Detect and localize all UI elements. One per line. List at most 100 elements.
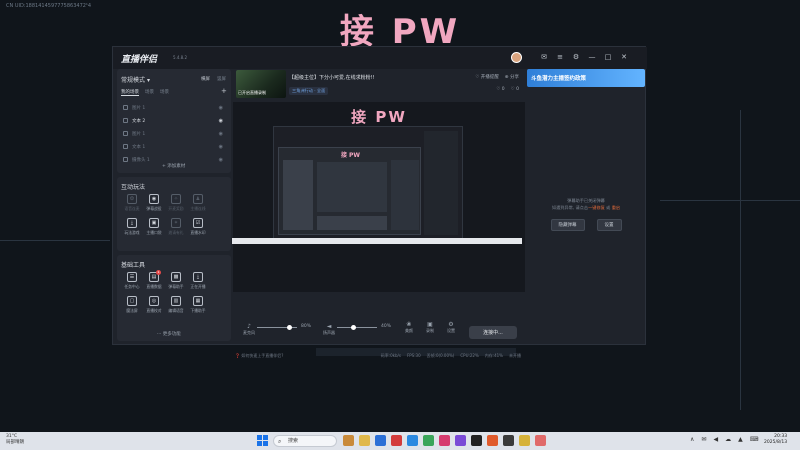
add-source-button[interactable]: + 添加素材 xyxy=(162,163,185,169)
settings-icon[interactable]: ⚙ xyxy=(572,53,580,61)
list-item[interactable]: 文本 2 ◉ xyxy=(123,114,223,127)
slider-knob[interactable] xyxy=(350,325,356,330)
tool-item[interactable]: ☰ 任务中心 xyxy=(121,272,143,290)
dropped-frames: 丢帧:0(0.00%) xyxy=(426,353,455,358)
stream-settings-button[interactable]: ⚙ 设置 xyxy=(447,321,455,334)
tab-scene-3[interactable]: 场景 xyxy=(160,89,169,96)
taskbar-app-icon[interactable] xyxy=(503,435,514,446)
tool-item[interactable]: ▩ 弹幕助手 xyxy=(165,272,187,290)
tool-item[interactable]: ☑ 直播水印 xyxy=(187,218,209,236)
taskbar-app-icon[interactable] xyxy=(471,435,482,446)
help-link[interactable]: ❓ 如何快速上手直播伴侣? xyxy=(235,353,283,359)
beauty-button[interactable]: ❀ 美颜 xyxy=(405,321,413,334)
taskbar-app-icon[interactable] xyxy=(375,435,386,446)
scene-panel: 常规模式 ▾ 横屏 竖屏 我的场景 场景 场景 + 图片 1 ◉ 文本 2 ◉ 图片… xyxy=(117,69,231,173)
share-button[interactable]: ⊕ 分享 xyxy=(505,74,519,80)
tool-item[interactable]: ❂ 语音连麦 xyxy=(121,194,143,212)
checkbox[interactable] xyxy=(123,157,128,162)
record-button[interactable]: ▣ 录制 xyxy=(426,321,434,334)
taskbar-app-icon[interactable] xyxy=(487,435,498,446)
taskbar-app-icon[interactable] xyxy=(535,435,546,446)
eye-icon[interactable]: ◉ xyxy=(219,131,223,137)
tray-expand-icon[interactable]: ∧ xyxy=(690,436,694,443)
taskbar-app-icon[interactable] xyxy=(439,435,450,446)
taskbar-app-icon[interactable] xyxy=(455,435,466,446)
list-item[interactable]: 图片 1 ◉ xyxy=(123,101,223,114)
weather-desc: 局部晴朗 xyxy=(6,440,24,445)
danmaku-settings-button[interactable]: 设置 xyxy=(596,219,622,231)
eye-icon[interactable]: ◉ xyxy=(219,118,223,124)
tool-item[interactable]: ▦ 下播助手 xyxy=(187,296,209,314)
windows-start-icon[interactable] xyxy=(257,435,268,446)
speaker-volume-value: 40% xyxy=(381,324,392,329)
tab-my-scene[interactable]: 我的场景 xyxy=(121,89,139,96)
hide-danmaku-button[interactable]: 隐藏弹幕 xyxy=(550,219,585,231)
preview-canvas[interactable]: 接 PW 接 PW xyxy=(232,102,525,292)
checkbox[interactable] xyxy=(123,144,128,149)
category-badge[interactable]: 三角洲行动 · 全面 xyxy=(289,87,329,95)
checkbox[interactable] xyxy=(123,105,128,110)
tool-item[interactable]: ✶ 邀请有礼 xyxy=(165,218,187,236)
mic-volume-slider[interactable] xyxy=(257,325,297,330)
menu-icon[interactable]: ≡ xyxy=(556,53,564,61)
tray-cloud-icon[interactable]: ☁ xyxy=(725,436,731,443)
tool-icon: ▢ xyxy=(127,296,137,306)
tool-item[interactable]: ⤓ 正在开播 xyxy=(187,272,209,290)
maximize-icon[interactable]: □ xyxy=(604,53,612,61)
tool-item[interactable]: 1 ▤ 直播数据 xyxy=(143,270,165,290)
mode-select[interactable]: 常规模式 ▾ xyxy=(121,75,150,84)
speaker-volume-slider[interactable] xyxy=(337,325,377,330)
restart-link[interactable]: 重启 xyxy=(612,205,620,210)
stream-title[interactable]: 【超级主位】下分小可爱,在线求粉粉!! xyxy=(289,74,375,81)
more-features-button[interactable]: ··· 更多功能 xyxy=(157,331,181,337)
mic-control[interactable]: ♪ 麦克风 xyxy=(243,323,255,336)
promo-banner[interactable]: 斗鱼潜力主播签约政策 xyxy=(527,69,645,87)
add-scene-button[interactable]: + xyxy=(221,87,227,95)
tool-item[interactable]: ▣ 主播口袋 xyxy=(143,218,165,236)
checkbox[interactable] xyxy=(123,131,128,136)
tool-item[interactable]: ▢ 魔法屏 xyxy=(121,296,143,314)
weather-widget[interactable]: 31°C 局部晴朗 xyxy=(6,434,24,446)
taskbar-search[interactable]: ⌕ 搜索 xyxy=(273,435,337,447)
tray-network-icon[interactable]: ▲ xyxy=(738,436,743,443)
start-live-button[interactable]: 连接中... xyxy=(469,326,517,339)
taskbar-app-icon[interactable] xyxy=(391,435,402,446)
taskbar-app-icon[interactable] xyxy=(423,435,434,446)
tool-item[interactable]: ◉ 弹幕战役 xyxy=(143,194,165,212)
tab-scene-2[interactable]: 场景 xyxy=(145,89,154,96)
follow-button[interactable]: ♡ 开播提醒 xyxy=(475,74,498,80)
tool-icon: ▩ xyxy=(171,272,181,282)
eye-icon[interactable]: ◉ xyxy=(219,105,223,111)
tool-item[interactable]: ♟ 主播连线 xyxy=(187,194,209,212)
tray-mail-icon[interactable]: ✉ xyxy=(701,436,706,443)
taskbar-clock[interactable]: 20:33 2025/8/13 xyxy=(764,434,787,446)
taskbar-app-icon[interactable] xyxy=(343,435,354,446)
message-icon[interactable]: ✉ xyxy=(540,53,548,61)
list-item[interactable]: 文本 1 ◉ xyxy=(123,140,223,153)
taskbar-app-icon[interactable] xyxy=(407,435,418,446)
repair-link[interactable]: 一键修复 xyxy=(588,205,605,210)
eye-icon[interactable]: ◉ xyxy=(219,144,223,150)
avatar[interactable] xyxy=(511,52,522,63)
landscape-button[interactable]: 横屏 xyxy=(201,76,210,82)
close-icon[interactable]: ✕ xyxy=(620,53,628,61)
list-item[interactable]: 图片 1 ◉ xyxy=(123,127,223,140)
tray-app-icon[interactable]: ◀ xyxy=(713,436,718,443)
minimize-icon[interactable]: — xyxy=(588,53,596,61)
tool-item[interactable]: ✧ 开麦奖励 xyxy=(165,194,187,212)
tool-item[interactable]: ⤓ 玩法游戏 xyxy=(121,218,143,236)
checkbox[interactable] xyxy=(123,118,128,123)
tool-label: 编辑语音 xyxy=(168,308,184,313)
tool-item[interactable]: ▥ 编辑语音 xyxy=(165,296,187,314)
stream-header: 已开启直播录制 【超级主位】下分小可爱,在线求粉粉!! 三角洲行动 · 全面 ♡… xyxy=(233,69,525,99)
eye-icon[interactable]: ◉ xyxy=(219,157,223,163)
preview-title: 接 PW xyxy=(351,108,407,126)
taskbar-app-icon[interactable] xyxy=(519,435,530,446)
portrait-button[interactable]: 竖屏 xyxy=(217,76,226,82)
slider-knob[interactable] xyxy=(286,325,292,330)
tray-input-icon[interactable]: ⌨ xyxy=(750,436,759,443)
tool-item[interactable]: ◎ 直播校对 xyxy=(143,296,165,314)
speaker-control[interactable]: ◄ 扬声器 xyxy=(323,323,335,336)
taskbar-app-icon[interactable] xyxy=(359,435,370,446)
stream-thumbnail[interactable]: 已开启直播录制 xyxy=(236,70,286,98)
